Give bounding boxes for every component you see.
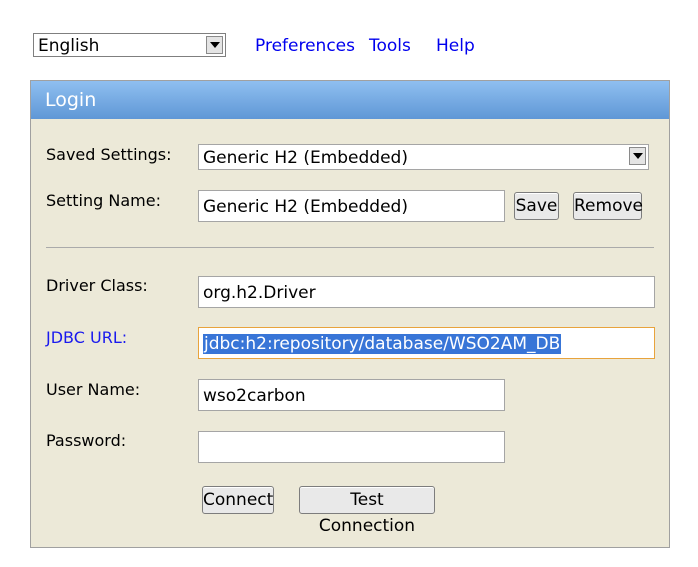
user-name-label: User Name:	[46, 380, 141, 399]
user-name-value: wso2carbon	[203, 386, 306, 406]
test-connection-button[interactable]: Test Connection	[299, 486, 435, 536]
setting-name-input[interactable]: Generic H2 (Embedded)	[198, 190, 505, 222]
language-select[interactable]: English	[33, 33, 226, 57]
chevron-down-icon[interactable]	[629, 147, 646, 165]
user-name-input[interactable]: wso2carbon	[198, 379, 505, 411]
chevron-down-icon[interactable]	[206, 36, 223, 54]
login-panel: Login Saved Settings: Generic H2 (Embedd…	[30, 80, 670, 548]
driver-class-value: org.h2.Driver	[203, 283, 316, 303]
help-link[interactable]: Help	[436, 36, 475, 56]
setting-name-label: Setting Name:	[46, 191, 161, 210]
password-label: Password:	[46, 431, 127, 450]
language-select-value: English	[38, 36, 100, 56]
driver-class-label: Driver Class:	[46, 276, 148, 295]
jdbc-url-label: JDBC URL:	[46, 328, 128, 347]
setting-name-value: Generic H2 (Embedded)	[203, 197, 408, 217]
divider	[46, 247, 654, 248]
saved-settings-label: Saved Settings:	[46, 145, 172, 164]
remove-button[interactable]: Remove	[573, 192, 643, 220]
connect-button[interactable]: Connect	[202, 486, 274, 514]
saved-settings-value: Generic H2 (Embedded)	[203, 148, 408, 168]
password-input[interactable]	[198, 431, 505, 463]
preferences-link[interactable]: Preferences	[255, 36, 355, 56]
jdbc-url-input[interactable]: jdbc:h2:repository/database/WSO2AM_DB	[198, 327, 655, 359]
jdbc-url-value: jdbc:h2:repository/database/WSO2AM_DB	[203, 334, 562, 354]
tools-link[interactable]: Tools	[369, 36, 411, 56]
login-panel-title: Login	[31, 81, 669, 119]
driver-class-input[interactable]: org.h2.Driver	[198, 276, 655, 308]
saved-settings-select[interactable]: Generic H2 (Embedded)	[198, 144, 649, 170]
save-button[interactable]: Save	[514, 192, 559, 220]
